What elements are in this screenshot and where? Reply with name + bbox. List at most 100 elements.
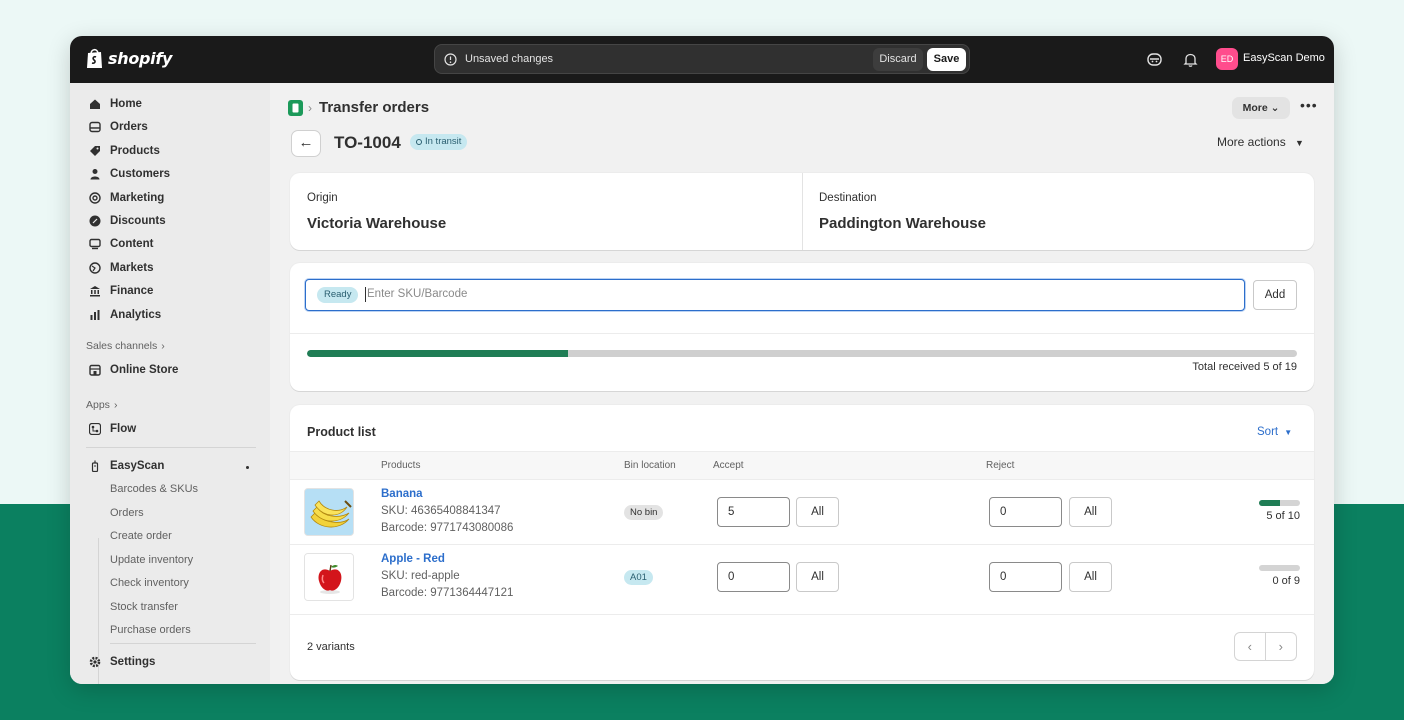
sidebar: Home Orders Products Customers Marketing…	[70, 83, 270, 684]
text-cursor	[365, 287, 366, 302]
column-header-accept: Accept	[713, 460, 744, 471]
order-id: TO-1004	[334, 133, 401, 152]
sidebar-item-label: Products	[110, 145, 160, 157]
column-header-products: Products	[381, 460, 421, 471]
reject-all-button[interactable]: All	[1069, 497, 1112, 527]
column-header-bin-location: Bin location	[624, 460, 676, 471]
sidebar-item-finance[interactable]: Finance	[88, 281, 153, 301]
product-barcode: Barcode: 9771364447121	[381, 587, 514, 599]
column-header-reject: Reject	[986, 460, 1015, 471]
total-received-text: Total received 5 of 19	[1192, 361, 1297, 373]
bar-chart-icon	[88, 308, 102, 322]
store-name[interactable]: EasyScan Demo	[1243, 52, 1325, 64]
avatar[interactable]: ED	[1216, 48, 1238, 70]
sidebar-item-analytics[interactable]: Analytics	[88, 305, 161, 325]
more-button[interactable]: More ⌄	[1232, 97, 1290, 119]
sidebar-item-online-store[interactable]: Online Store	[88, 360, 178, 380]
sidebar-item-products[interactable]: Products	[88, 141, 160, 161]
sidebar-subitem-barcodes[interactable]: Barcodes & SKUs	[110, 483, 198, 495]
person-icon	[88, 167, 102, 181]
origin-label: Origin	[307, 192, 338, 204]
top-bar: shopify Unsaved changes Discard Save ED …	[70, 36, 1334, 83]
page-title: Transfer orders	[319, 99, 430, 116]
brand-name: shopify	[108, 49, 173, 68]
reject-all-button[interactable]: All	[1069, 562, 1112, 592]
destination-value: Paddington Warehouse	[819, 215, 986, 232]
easyscan-app-icon[interactable]	[288, 100, 303, 116]
sidebar-item-markets[interactable]: Markets	[88, 258, 153, 278]
back-button[interactable]: ←	[291, 130, 321, 157]
inbox-icon	[88, 120, 102, 134]
product-name-link[interactable]: Apple - Red	[381, 553, 445, 565]
sidebar-subitem-stock-transfer[interactable]: Stock transfer	[110, 601, 178, 613]
variants-count: 2 variants	[307, 641, 355, 653]
sidebar-item-label: Home	[110, 98, 142, 110]
sku-barcode-input[interactable]: Ready Enter SKU/Barcode	[305, 279, 1245, 311]
sidebar-item-customers[interactable]: Customers	[88, 164, 170, 184]
sales-channels-section[interactable]: Sales channels ›	[86, 340, 165, 352]
sidebar-item-flow[interactable]: Flow	[88, 419, 136, 439]
sidebar-item-settings[interactable]: Settings	[88, 652, 155, 672]
row-progress-text: 5 of 10	[1266, 510, 1300, 522]
add-button[interactable]: Add	[1253, 280, 1297, 310]
sidebar-subitem-orders[interactable]: Orders	[110, 507, 144, 519]
product-list-title: Product list	[307, 425, 376, 439]
sort-button[interactable]: Sort ▼	[1257, 426, 1292, 438]
accept-quantity-input[interactable]: 5	[717, 497, 790, 527]
more-actions-button[interactable]: More actions ▼	[1217, 135, 1304, 149]
bin-badge: A01	[624, 570, 653, 585]
arrow-left-icon: ←	[298, 134, 314, 151]
sidebar-item-orders[interactable]: Orders	[88, 117, 148, 137]
table-row: Banana SKU: 46365408841347 Barcode: 9771…	[290, 480, 1314, 545]
sidebar-item-label: Customers	[110, 168, 171, 180]
sidebar-item-label: Marketing	[110, 192, 165, 204]
accept-all-button[interactable]: All	[796, 562, 839, 592]
sidebar-item-label: EasyScan	[110, 460, 165, 472]
sidebar-item-content[interactable]: Content	[88, 234, 153, 254]
product-name-link[interactable]: Banana	[381, 488, 423, 500]
product-sku: SKU: 46365408841347	[381, 505, 501, 517]
sidebar-item-home[interactable]: Home	[88, 94, 142, 114]
unsaved-changes-text: Unsaved changes	[465, 53, 554, 65]
sidebar-subitem-purchase-orders[interactable]: Purchase orders	[110, 624, 191, 636]
bank-icon	[88, 284, 102, 298]
discard-button[interactable]: Discard	[873, 48, 923, 71]
sidebar-subitem-create-order[interactable]: Create order	[110, 530, 172, 542]
ready-badge: Ready	[317, 287, 359, 303]
sidebar-item-discounts[interactable]: Discounts	[88, 211, 166, 231]
destination-label: Destination	[819, 192, 877, 204]
product-barcode: Barcode: 9771743080086	[381, 522, 514, 534]
reject-quantity-input[interactable]: 0	[989, 562, 1062, 592]
apps-section[interactable]: Apps ›	[86, 399, 117, 411]
shopify-logo[interactable]: shopify	[86, 48, 172, 69]
sidebar-subitem-check-inventory[interactable]: Check inventory	[110, 577, 189, 589]
sidekick-icon[interactable]	[1146, 51, 1163, 68]
sidebar-divider	[86, 447, 256, 448]
sidebar-item-label: Orders	[110, 121, 148, 133]
barcode-scanner-icon	[88, 459, 102, 473]
accept-quantity-input[interactable]: 0	[717, 562, 790, 592]
bin-badge: No bin	[624, 505, 664, 520]
more-options-icon[interactable]: •••	[1300, 97, 1318, 113]
chevron-left-icon: ‹	[1247, 639, 1252, 654]
sidebar-item-marketing[interactable]: Marketing	[88, 188, 164, 208]
previous-page-button[interactable]: ‹	[1235, 633, 1266, 660]
sort-label: Sort	[1257, 426, 1279, 438]
unsaved-changes-bar: Unsaved changes Discard Save	[434, 44, 970, 74]
accept-all-button[interactable]: All	[796, 497, 839, 527]
banana-thumbnail	[304, 488, 354, 536]
total-progress-bar	[307, 350, 1297, 357]
notification-bell-icon[interactable]	[1182, 51, 1199, 68]
sidebar-subitem-update-inventory[interactable]: Update inventory	[110, 554, 193, 566]
save-button[interactable]: Save	[927, 48, 966, 71]
row-progress-bar	[1259, 565, 1300, 571]
next-page-button[interactable]: ›	[1266, 633, 1296, 660]
sidebar-divider	[110, 643, 256, 644]
main-content: › Transfer orders More ⌄ ••• ← TO-1004 I…	[270, 83, 1334, 684]
status-badge: In transit	[410, 134, 468, 150]
reject-quantity-input[interactable]: 0	[989, 497, 1062, 527]
chevron-right-icon: ›	[113, 399, 118, 411]
target-icon	[88, 191, 102, 205]
sidebar-item-easyscan[interactable]: EasyScan	[88, 456, 164, 476]
total-progress-fill	[307, 350, 568, 357]
